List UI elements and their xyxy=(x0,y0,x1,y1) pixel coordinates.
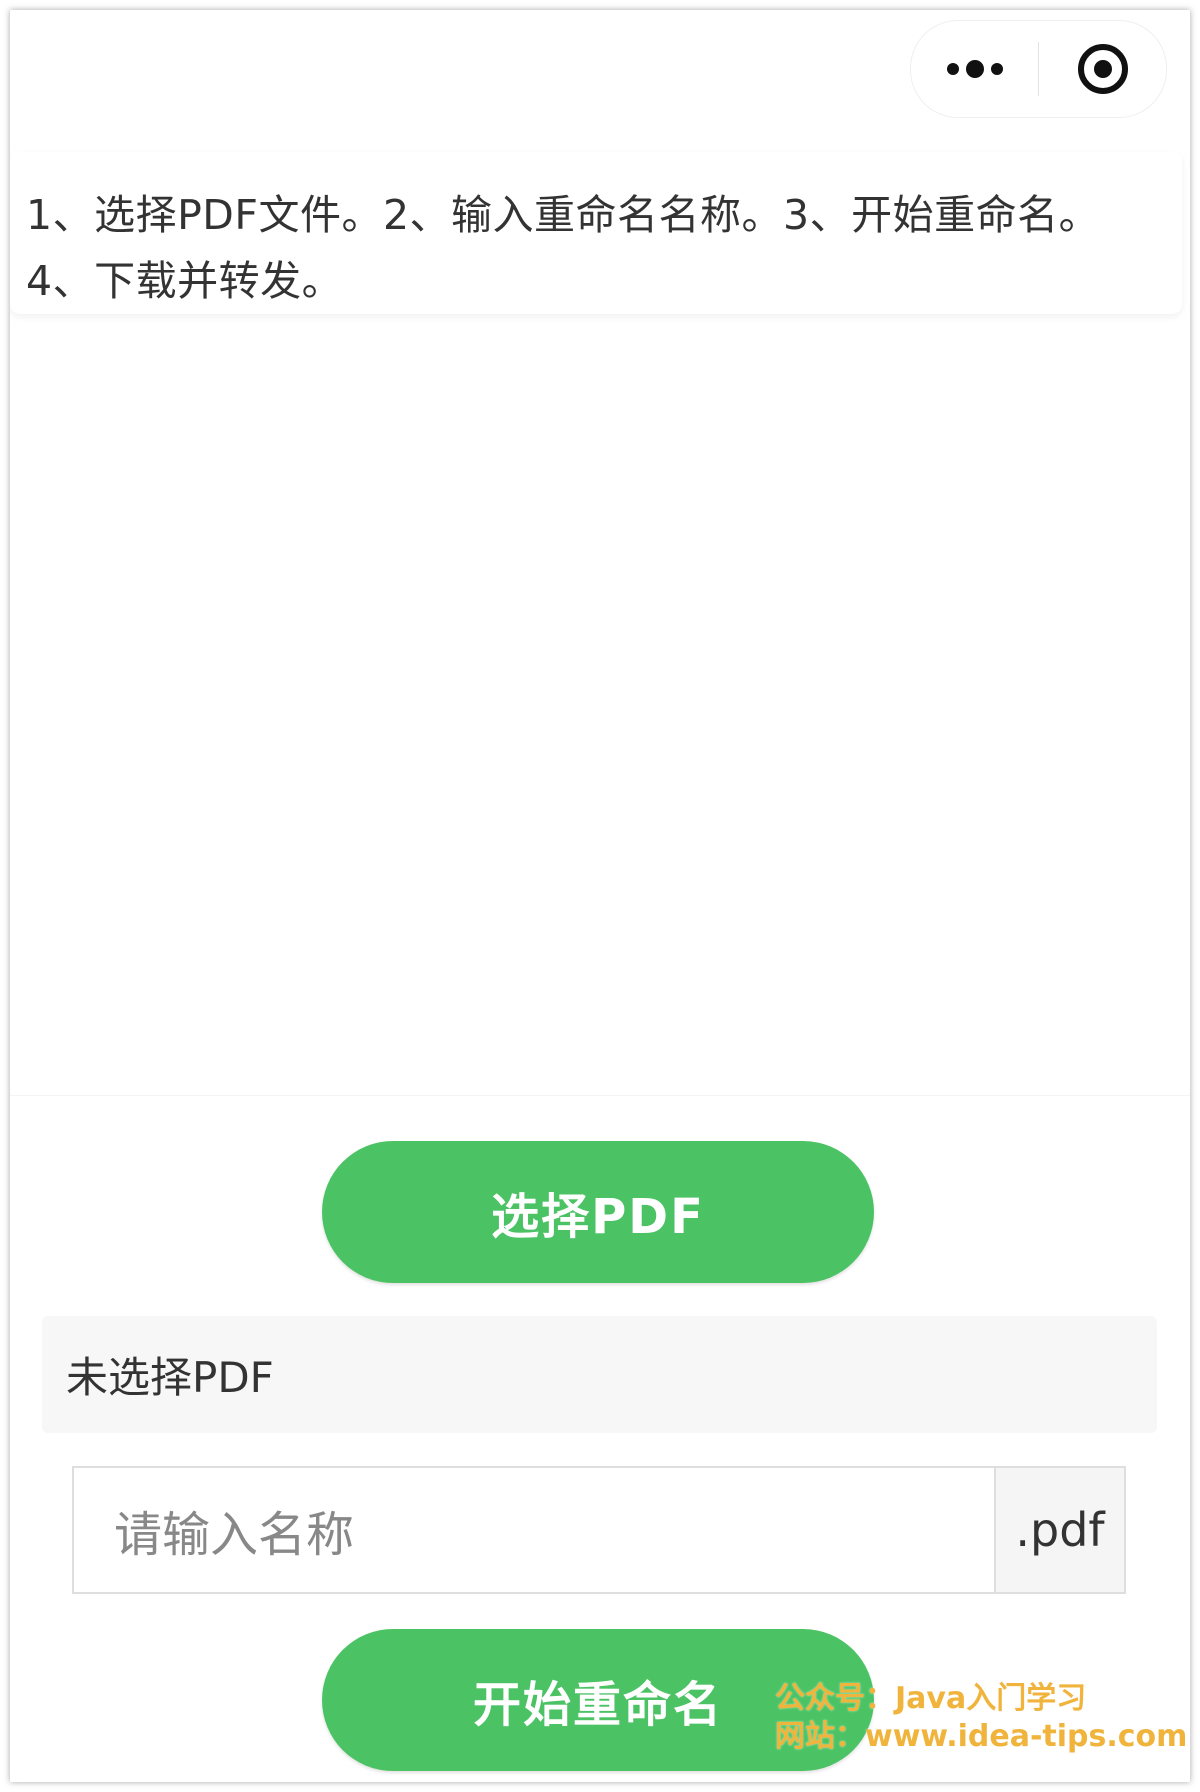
phone-screen: 1、选择PDF文件。2、输入重命名名称。3、开始重命名。4、下载并转发。 选择P… xyxy=(10,10,1190,1782)
instructions-card: 1、选择PDF文件。2、输入重命名名称。3、开始重命名。4、下载并转发。 xyxy=(10,152,1182,314)
mini-program-capsule xyxy=(910,20,1167,118)
start-rename-label: 开始重命名 xyxy=(472,1677,723,1733)
select-pdf-label: 选择PDF xyxy=(491,1189,705,1245)
suffix-text: .pdf xyxy=(1015,1503,1105,1557)
name-placeholder: 请输入名称 xyxy=(114,1507,355,1563)
watermark-line-1: 公众号：Java入门学习 xyxy=(775,1681,1087,1716)
more-dots-icon xyxy=(946,60,1003,78)
watermark: 公众号：Java入门学习 网站：www.idea-tips.com xyxy=(775,1680,1187,1756)
status-text: 未选择PDF xyxy=(66,1353,274,1402)
watermark-line-2: 网站：www.idea-tips.com xyxy=(775,1719,1188,1754)
pdf-suffix: .pdf xyxy=(994,1466,1126,1594)
more-button[interactable] xyxy=(911,21,1038,117)
name-input[interactable]: 请输入名称 xyxy=(72,1466,994,1594)
rename-input-row: 请输入名称 .pdf xyxy=(72,1466,1126,1594)
instructions-text: 1、选择PDF文件。2、输入重命名名称。3、开始重命名。4、下载并转发。 xyxy=(26,191,1101,305)
target-circle-icon xyxy=(1077,44,1128,94)
selected-file-status: 未选择PDF xyxy=(42,1316,1157,1433)
close-button[interactable] xyxy=(1039,21,1166,117)
select-pdf-button[interactable]: 选择PDF xyxy=(322,1141,874,1283)
page: 1、选择PDF文件。2、输入重命名名称。3、开始重命名。4、下载并转发。 选择P… xyxy=(0,0,1200,1792)
